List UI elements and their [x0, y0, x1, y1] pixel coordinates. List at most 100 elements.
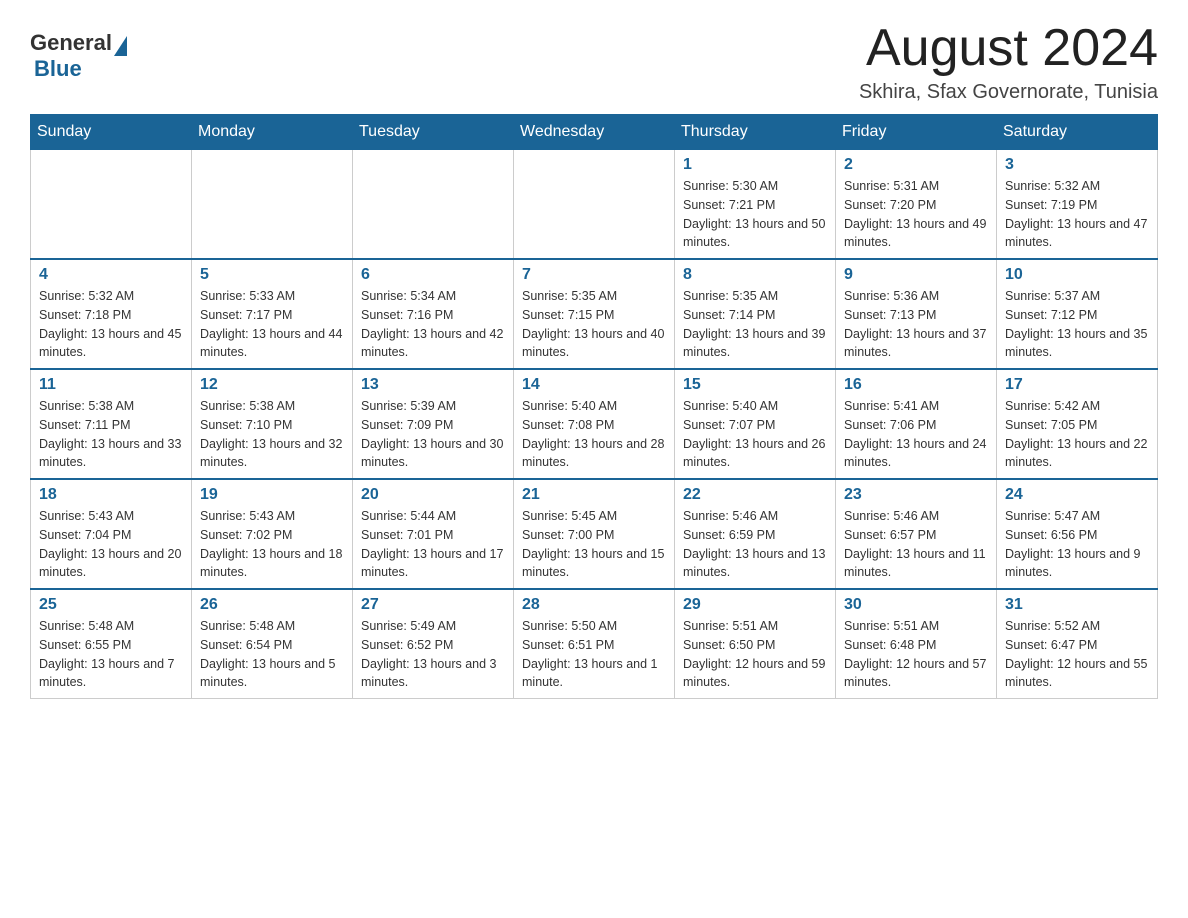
day-number: 13 [361, 376, 505, 394]
day-header-thursday: Thursday [675, 115, 836, 150]
calendar-cell: 22 Sunrise: 5:46 AM Sunset: 6:59 PM Dayli… [675, 479, 836, 589]
calendar-cell: 26 Sunrise: 5:48 AM Sunset: 6:54 PM Dayli… [192, 589, 353, 699]
calendar-cell: 27 Sunrise: 5:49 AM Sunset: 6:52 PM Dayli… [353, 589, 514, 699]
day-number: 20 [361, 486, 505, 504]
calendar-week-1: 1Sunrise: 5:30 AM Sunset: 7:21 PM Daylig… [31, 150, 1158, 260]
day-number: 23 [844, 486, 988, 504]
page-header: General Blue August 2024 Skhira, Sfax Go… [30, 20, 1158, 104]
calendar-cell: 2 Sunrise: 5:31 AM Sunset: 7:20 PM Daylig… [836, 150, 997, 260]
day-number: 22 [683, 486, 827, 504]
day-header-wednesday: Wednesday [514, 115, 675, 150]
day-info: Sunrise: 5:41 AM Sunset: 7:06 PM Dayligh… [844, 397, 988, 472]
day-info: Sunrise: 5:48 AM Sunset: 6:55 PM Dayligh… [39, 617, 183, 692]
day-number: 10 [1005, 266, 1149, 284]
day-info: Sunrise: 5:46 AM Sunset: 6:59 PM Dayligh… [683, 507, 827, 582]
day-info: Sunrise: 5:51 AM Sunset: 6:50 PM Dayligh… [683, 617, 827, 692]
calendar-subtitle: Skhira, Sfax Governorate, Tunisia [859, 81, 1158, 104]
day-info: Sunrise: 5:43 AM Sunset: 7:04 PM Dayligh… [39, 507, 183, 582]
calendar-cell: 4Sunrise: 5:32 AM Sunset: 7:18 PM Daylig… [31, 259, 192, 369]
day-number: 19 [200, 486, 344, 504]
logo: General Blue [30, 30, 127, 82]
day-info: Sunrise: 5:44 AM Sunset: 7:01 PM Dayligh… [361, 507, 505, 582]
calendar-cell: 14 Sunrise: 5:40 AM Sunset: 7:08 PM Dayli… [514, 369, 675, 479]
day-info: Sunrise: 5:37 AM Sunset: 7:12 PM Dayligh… [1005, 287, 1149, 362]
calendar-cell: 1Sunrise: 5:30 AM Sunset: 7:21 PM Daylig… [675, 150, 836, 260]
day-info: Sunrise: 5:42 AM Sunset: 7:05 PM Dayligh… [1005, 397, 1149, 472]
calendar-cell: 29 Sunrise: 5:51 AM Sunset: 6:50 PM Dayli… [675, 589, 836, 699]
day-info: Sunrise: 5:43 AM Sunset: 7:02 PM Dayligh… [200, 507, 344, 582]
day-number: 11 [39, 376, 183, 394]
day-number: 9 [844, 266, 988, 284]
day-header-friday: Friday [836, 115, 997, 150]
day-info: Sunrise: 5:38 AM Sunset: 7:10 PM Dayligh… [200, 397, 344, 472]
calendar-cell [353, 150, 514, 260]
day-number: 24 [1005, 486, 1149, 504]
day-info: Sunrise: 5:36 AM Sunset: 7:13 PM Dayligh… [844, 287, 988, 362]
calendar-cell: 8 Sunrise: 5:35 AM Sunset: 7:14 PM Daylig… [675, 259, 836, 369]
calendar-cell [31, 150, 192, 260]
day-header-sunday: Sunday [31, 115, 192, 150]
calendar-cell: 30Sunrise: 5:51 AM Sunset: 6:48 PM Dayli… [836, 589, 997, 699]
calendar-week-2: 4Sunrise: 5:32 AM Sunset: 7:18 PM Daylig… [31, 259, 1158, 369]
day-number: 14 [522, 376, 666, 394]
calendar-cell: 18 Sunrise: 5:43 AM Sunset: 7:04 PM Dayli… [31, 479, 192, 589]
day-number: 31 [1005, 596, 1149, 614]
calendar-cell: 3 Sunrise: 5:32 AM Sunset: 7:19 PM Daylig… [997, 150, 1158, 260]
calendar-cell: 11Sunrise: 5:38 AM Sunset: 7:11 PM Dayli… [31, 369, 192, 479]
day-info: Sunrise: 5:39 AM Sunset: 7:09 PM Dayligh… [361, 397, 505, 472]
day-number: 8 [683, 266, 827, 284]
day-number: 12 [200, 376, 344, 394]
day-header-monday: Monday [192, 115, 353, 150]
calendar-cell: 17 Sunrise: 5:42 AM Sunset: 7:05 PM Dayli… [997, 369, 1158, 479]
day-info: Sunrise: 5:50 AM Sunset: 6:51 PM Dayligh… [522, 617, 666, 692]
day-number: 16 [844, 376, 988, 394]
logo-general-text: General [30, 30, 112, 56]
day-info: Sunrise: 5:31 AM Sunset: 7:20 PM Dayligh… [844, 177, 988, 252]
calendar-cell: 12 Sunrise: 5:38 AM Sunset: 7:10 PM Dayli… [192, 369, 353, 479]
day-number: 21 [522, 486, 666, 504]
day-number: 27 [361, 596, 505, 614]
calendar-cell: 15 Sunrise: 5:40 AM Sunset: 7:07 PM Dayli… [675, 369, 836, 479]
calendar-table: SundayMondayTuesdayWednesdayThursdayFrid… [30, 114, 1158, 699]
day-info: Sunrise: 5:40 AM Sunset: 7:07 PM Dayligh… [683, 397, 827, 472]
calendar-cell [514, 150, 675, 260]
day-number: 17 [1005, 376, 1149, 394]
day-number: 18 [39, 486, 183, 504]
calendar-header-row: SundayMondayTuesdayWednesdayThursdayFrid… [31, 115, 1158, 150]
day-header-tuesday: Tuesday [353, 115, 514, 150]
day-number: 2 [844, 156, 988, 174]
day-number: 29 [683, 596, 827, 614]
day-number: 4 [39, 266, 183, 284]
day-info: Sunrise: 5:46 AM Sunset: 6:57 PM Dayligh… [844, 507, 988, 582]
calendar-cell: 19 Sunrise: 5:43 AM Sunset: 7:02 PM Dayli… [192, 479, 353, 589]
calendar-cell: 21Sunrise: 5:45 AM Sunset: 7:00 PM Dayli… [514, 479, 675, 589]
day-number: 1 [683, 156, 827, 174]
calendar-cell: 28Sunrise: 5:50 AM Sunset: 6:51 PM Dayli… [514, 589, 675, 699]
calendar-cell: 5 Sunrise: 5:33 AM Sunset: 7:17 PM Daylig… [192, 259, 353, 369]
day-number: 15 [683, 376, 827, 394]
day-info: Sunrise: 5:49 AM Sunset: 6:52 PM Dayligh… [361, 617, 505, 692]
day-info: Sunrise: 5:40 AM Sunset: 7:08 PM Dayligh… [522, 397, 666, 472]
day-info: Sunrise: 5:33 AM Sunset: 7:17 PM Dayligh… [200, 287, 344, 362]
day-info: Sunrise: 5:52 AM Sunset: 6:47 PM Dayligh… [1005, 617, 1149, 692]
day-number: 30 [844, 596, 988, 614]
calendar-cell: 20 Sunrise: 5:44 AM Sunset: 7:01 PM Dayli… [353, 479, 514, 589]
day-info: Sunrise: 5:32 AM Sunset: 7:19 PM Dayligh… [1005, 177, 1149, 252]
calendar-cell: 7 Sunrise: 5:35 AM Sunset: 7:15 PM Daylig… [514, 259, 675, 369]
day-number: 26 [200, 596, 344, 614]
day-number: 3 [1005, 156, 1149, 174]
calendar-week-4: 18 Sunrise: 5:43 AM Sunset: 7:04 PM Dayli… [31, 479, 1158, 589]
calendar-cell [192, 150, 353, 260]
calendar-cell: 16 Sunrise: 5:41 AM Sunset: 7:06 PM Dayli… [836, 369, 997, 479]
calendar-title: August 2024 [859, 20, 1158, 77]
day-info: Sunrise: 5:48 AM Sunset: 6:54 PM Dayligh… [200, 617, 344, 692]
day-number: 5 [200, 266, 344, 284]
day-number: 25 [39, 596, 183, 614]
calendar-cell: 25 Sunrise: 5:48 AM Sunset: 6:55 PM Dayli… [31, 589, 192, 699]
day-info: Sunrise: 5:35 AM Sunset: 7:14 PM Dayligh… [683, 287, 827, 362]
title-block: August 2024 Skhira, Sfax Governorate, Tu… [859, 20, 1158, 104]
calendar-cell: 6Sunrise: 5:34 AM Sunset: 7:16 PM Daylig… [353, 259, 514, 369]
day-info: Sunrise: 5:35 AM Sunset: 7:15 PM Dayligh… [522, 287, 666, 362]
day-number: 7 [522, 266, 666, 284]
calendar-cell: 23 Sunrise: 5:46 AM Sunset: 6:57 PM Dayli… [836, 479, 997, 589]
